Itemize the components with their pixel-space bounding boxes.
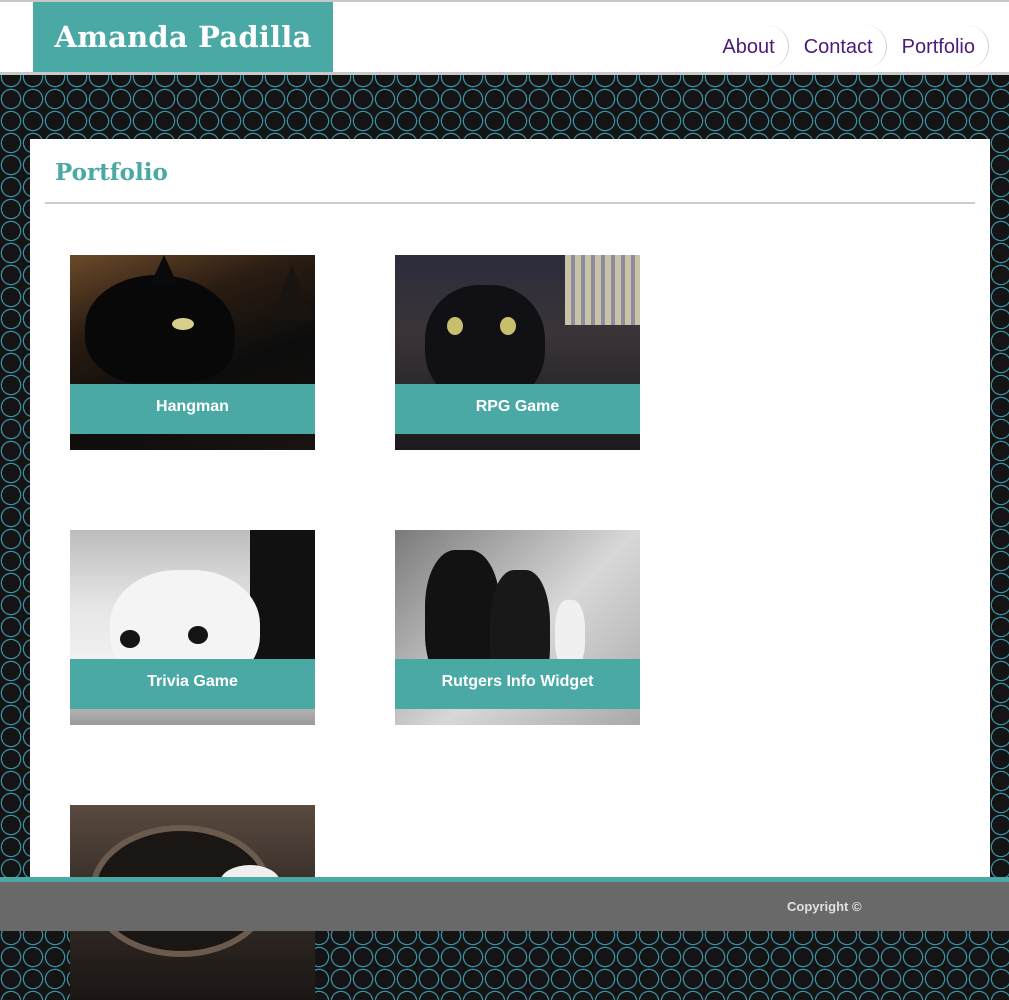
project-caption: Rutgers Info Widget <box>395 659 640 709</box>
nav-portfolio[interactable]: Portfolio <box>887 25 989 68</box>
page-title: Portfolio <box>55 159 168 186</box>
site-footer: Copyright © <box>0 877 1009 931</box>
project-card-rpg-game[interactable]: RPG Game <box>395 255 640 450</box>
project-card-hangman[interactable]: Hangman <box>70 255 315 450</box>
title-divider <box>45 202 975 204</box>
copyright-text: Copyright © <box>787 899 862 914</box>
nav-about[interactable]: About <box>707 25 789 68</box>
site-header: Amanda Padilla About Contact Portfolio <box>0 2 1009 75</box>
project-card-trivia-game[interactable]: Trivia Game <box>70 530 315 725</box>
project-card-rutgers-info-widget[interactable]: Rutgers Info Widget <box>395 530 640 725</box>
project-caption: RPG Game <box>395 384 640 434</box>
portfolio-panel: Portfolio Hangman RPG Game Trivia Game R… <box>30 139 990 1000</box>
site-brand[interactable]: Amanda Padilla <box>33 2 333 72</box>
main-nav: About Contact Portfolio <box>707 25 989 68</box>
project-caption: Trivia Game <box>70 659 315 709</box>
project-caption: Hangman <box>70 384 315 434</box>
nav-contact[interactable]: Contact <box>789 25 887 68</box>
